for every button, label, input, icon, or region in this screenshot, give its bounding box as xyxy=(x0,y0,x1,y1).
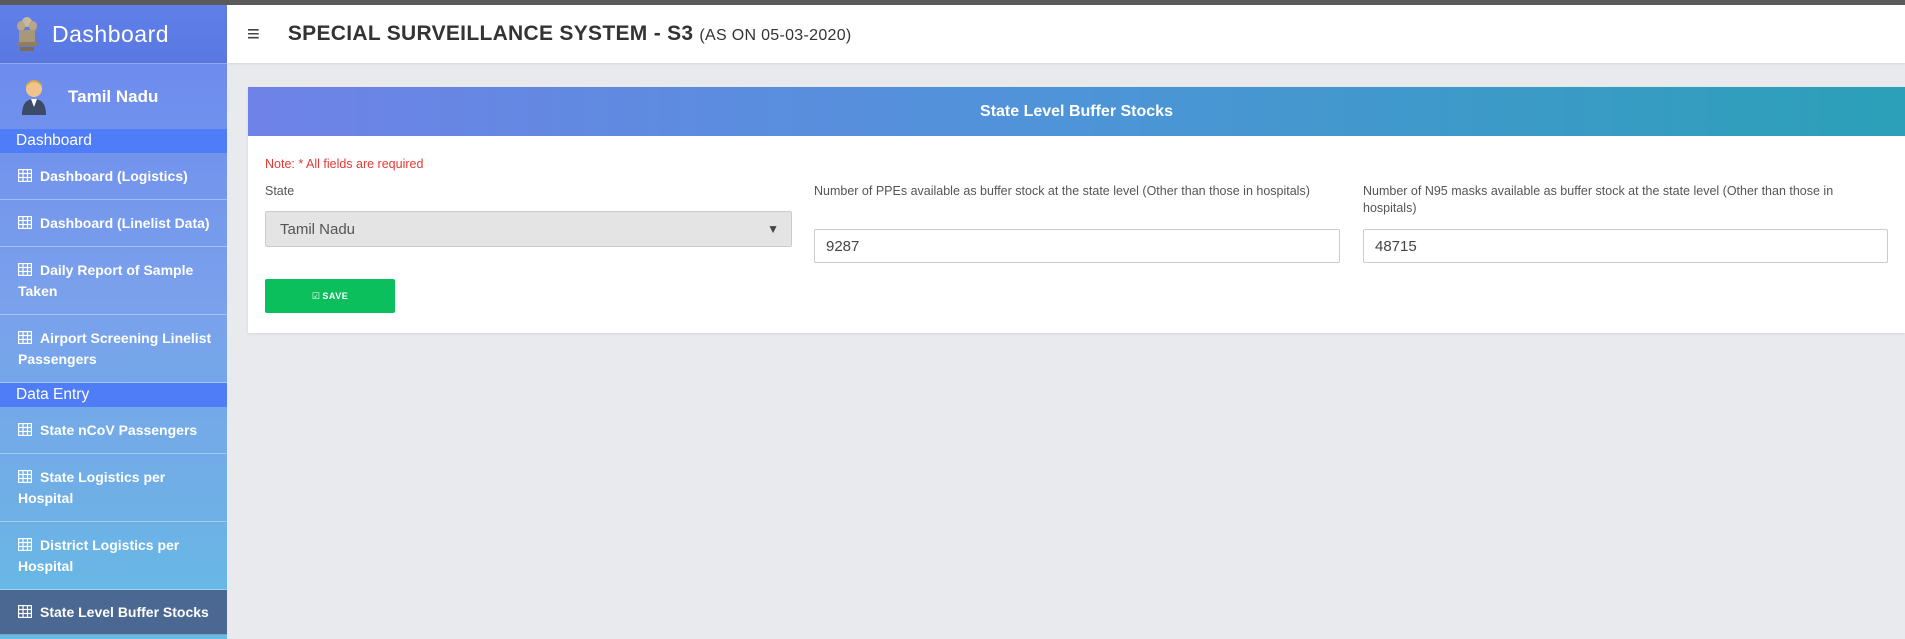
national-emblem-icon xyxy=(14,14,40,54)
sidebar-brand[interactable]: Dashboard xyxy=(0,5,227,63)
save-button[interactable]: ☑ SAVE xyxy=(265,279,395,313)
buffer-stocks-card: State Level Buffer Stocks Note: * All fi… xyxy=(248,87,1905,333)
user-panel: Tamil Nadu xyxy=(0,63,227,129)
sidebar-item-label: State Logistics per Hospital xyxy=(18,468,166,506)
page-title: SPECIAL SURVEILLANCE SYSTEM - S3 (AS ON 0… xyxy=(288,22,852,46)
required-fields-note: Note: * All fields are required xyxy=(265,157,424,171)
save-button-label: SAVE xyxy=(322,291,349,301)
user-avatar-icon xyxy=(20,79,48,115)
sidebar-item-state-logistics[interactable]: State Logistics per Hospital xyxy=(0,454,227,522)
table-grid-icon xyxy=(18,422,32,436)
page-date-subtitle: (AS ON 05-03-2020) xyxy=(699,27,852,44)
n95-count-value: 48715 xyxy=(1375,237,1417,255)
sidebar-item-label: Daily Report of Sample Taken xyxy=(18,261,194,299)
sidebar-item-dashboard-logistics[interactable]: Dashboard (Logistics) xyxy=(0,153,227,200)
sidebar-item-label: Dashboard (Logistics) xyxy=(40,167,188,184)
sidebar-item-label: State nCoV Passengers xyxy=(40,421,198,438)
menu-toggle-icon[interactable]: ≡ xyxy=(247,21,260,47)
sidebar-item-label: Airport Screening Linelist Passengers xyxy=(18,329,212,367)
state-select-value: Tamil Nadu xyxy=(280,220,356,238)
table-grid-icon xyxy=(18,330,32,344)
n95-label: Number of N95 masks available as buffer … xyxy=(1363,184,1834,215)
state-label: State xyxy=(265,184,295,198)
sidebar-item-state-buffer-stocks[interactable]: State Level Buffer Stocks xyxy=(0,590,227,635)
sidebar-item-label: Dashboard (Linelist Data) xyxy=(40,214,210,231)
sidebar-item-label: District Logistics per Hospital xyxy=(18,536,180,574)
ppe-label: Number of PPEs available as buffer stock… xyxy=(814,184,1310,198)
table-grid-icon xyxy=(18,537,32,551)
top-header: ≡ SPECIAL SURVEILLANCE SYSTEM - S3 (AS ON… xyxy=(227,5,1905,63)
ppe-count-value: 9287 xyxy=(826,237,860,255)
table-grid-icon xyxy=(18,168,32,182)
table-grid-icon xyxy=(18,215,32,229)
page-title-text: SPECIAL SURVEILLANCE SYSTEM - S3 xyxy=(287,22,694,45)
sidebar-item-dashboard-linelist[interactable]: Dashboard (Linelist Data) xyxy=(0,200,227,247)
sidebar-item-district-logistics[interactable]: District Logistics per Hospital xyxy=(0,522,227,590)
section-heading-dashboard: Dashboard xyxy=(0,129,227,153)
card-title: State Level Buffer Stocks xyxy=(248,87,1905,136)
table-grid-icon xyxy=(18,469,32,483)
sidebar-item-airport-screening[interactable]: Airport Screening Linelist Passengers xyxy=(0,315,227,383)
edit-check-icon: ☑ xyxy=(311,290,321,301)
state-select[interactable]: Tamil Nadu ▼ xyxy=(265,211,792,247)
section-heading-data-entry: Data Entry xyxy=(0,383,227,407)
user-name: Tamil Nadu xyxy=(68,86,159,106)
table-grid-icon xyxy=(18,262,32,276)
ppe-count-input[interactable]: 9287 xyxy=(814,229,1340,263)
dropdown-caret-icon: ▼ xyxy=(767,222,779,236)
sidebar-item-daily-report[interactable]: Daily Report of Sample Taken xyxy=(0,247,227,315)
n95-count-input[interactable]: 48715 xyxy=(1363,229,1888,263)
sidebar: Dashboard Tamil Nadu Dashboard Dashboard… xyxy=(0,5,227,639)
brand-title: Dashboard xyxy=(52,20,170,47)
table-grid-icon xyxy=(18,604,32,618)
sidebar-item-label: State Level Buffer Stocks xyxy=(40,603,209,620)
sidebar-item-state-ncov-passengers[interactable]: State nCoV Passengers xyxy=(0,407,227,454)
